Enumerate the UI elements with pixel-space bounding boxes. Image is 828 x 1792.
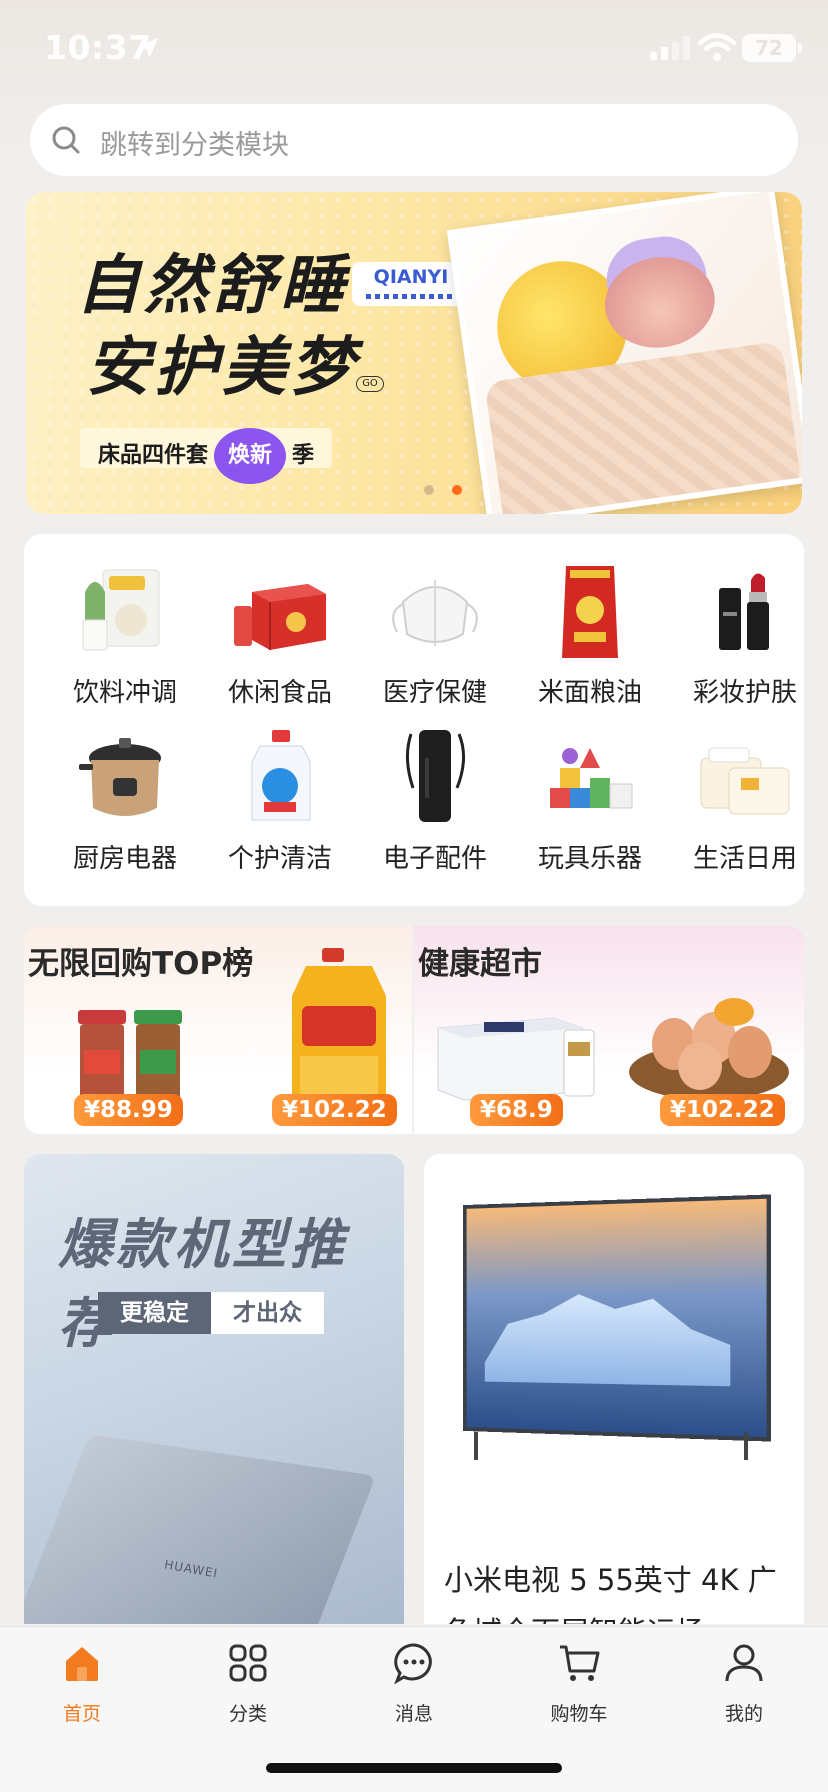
category-item[interactable]: 饮料冲调 [52, 552, 198, 708]
tab-label: 我的 [724, 1703, 763, 1725]
tab-cart[interactable]: 购物车 [519, 1641, 639, 1741]
tab-category[interactable]: 分类 [188, 1641, 308, 1741]
banner-dot-2 [452, 485, 462, 495]
home-icon [66, 1647, 98, 1681]
grid-icon [229, 1644, 267, 1682]
banner-tagline: 床品四件套 焕新季 [80, 428, 333, 484]
building-blocks-icon [550, 748, 633, 809]
tv-image [463, 1194, 771, 1442]
home-indicator[interactable] [266, 1763, 562, 1773]
pressure-cooker-icon [79, 738, 161, 816]
banner-dot-1 [424, 485, 434, 495]
tab-home[interactable]: 首页 [22, 1641, 142, 1741]
tv-screen-iceberg [485, 1283, 731, 1387]
face-mask-icon [392, 580, 478, 646]
banner-tag-right: 季 [292, 443, 315, 468]
category-label: 医疗保健 [382, 678, 487, 708]
price-tag: ¥88.99 [74, 1094, 183, 1126]
tab-label: 首页 [62, 1703, 101, 1725]
laptop-image [24, 1434, 376, 1624]
category-label: 彩妆护肤 [692, 678, 797, 708]
search-placeholder: 跳转到分类模块 [100, 130, 289, 161]
tab-label: 分类 [228, 1703, 267, 1725]
tab-profile[interactable]: 我的 [684, 1641, 804, 1741]
laptop-card-title: 爆款机型推荐 [58, 1213, 348, 1355]
promo-banner[interactable]: 自然舒睡 安护美梦 QIANYI GO 床品四件套 焕新季 [26, 192, 802, 514]
category-label: 厨房电器 [72, 844, 177, 874]
banner-tag-left: 床品四件套 [98, 443, 209, 468]
category-item[interactable]: 厨房电器 [52, 718, 198, 874]
category-label: 玩具乐器 [537, 844, 642, 874]
laptop-tag-dark: 更稳定 [98, 1292, 211, 1334]
promo-title: 无限回购TOP榜 [28, 946, 254, 982]
tab-label: 购物车 [550, 1703, 608, 1725]
search-bar[interactable]: 跳转到分类模块 [30, 104, 798, 176]
message-icon [394, 1643, 432, 1685]
banner-bedding-image [446, 192, 802, 514]
category-item[interactable]: 米面粮油 [517, 552, 663, 708]
cooking-oil-image [292, 948, 386, 1106]
laptop-card-tags: 更稳定 才出众 [98, 1292, 324, 1334]
milk-box-image [437, 1017, 595, 1101]
category-label: 饮料冲调 [72, 678, 177, 708]
tv-stand-left [474, 1432, 478, 1460]
tv-product-title: 小米电视 5 55英寸 4K 广角域全面屏智能远场 [444, 1563, 777, 1624]
category-item[interactable]: 生活日用 [672, 718, 818, 874]
promo-title: 健康超市 [418, 946, 542, 982]
banner-tag-badge: 焕新 [214, 428, 287, 484]
tab-messages[interactable]: 消息 [354, 1641, 474, 1741]
tissue-pack-icon [700, 747, 790, 815]
rice-bag-icon [562, 566, 618, 658]
promo-top-repurchase[interactable]: 无限回购TOP榜 ¥88.99 ¥102.22 [24, 926, 412, 1134]
location-arrow-icon [137, 37, 159, 59]
banner-title-line1: 自然舒睡 [76, 249, 348, 323]
milk-powder-icon [82, 569, 160, 651]
wifi-icon [698, 33, 736, 61]
banner-title-line2: 安护美梦 [86, 331, 358, 405]
banner-page-indicator [424, 480, 480, 499]
status-bar: 10:37 72 [0, 0, 828, 100]
category-label: 生活日用 [692, 844, 797, 874]
category-item[interactable]: 电子配件 [362, 718, 508, 874]
banner-go-badge: GO [356, 376, 384, 392]
lipstick-icon [719, 573, 769, 650]
category-item[interactable]: 个护清洁 [207, 718, 353, 874]
category-item[interactable]: 玩具乐器 [517, 718, 663, 874]
category-label: 个护清洁 [227, 844, 332, 874]
category-label: 米面粮油 [537, 678, 642, 708]
price-tag: ¥102.22 [660, 1094, 785, 1126]
power-bank-icon [406, 730, 465, 822]
category-item[interactable]: 彩妆护肤 [672, 552, 818, 708]
category-label: 电子配件 [382, 844, 487, 874]
user-icon [725, 1644, 763, 1682]
category-item[interactable]: 休闲食品 [207, 552, 353, 708]
tab-label: 消息 [394, 1703, 433, 1725]
category-item[interactable]: 医疗保健 [362, 552, 508, 708]
cellular-signal-icon [650, 36, 690, 60]
price-tag: ¥102.22 [272, 1094, 397, 1126]
snack-gift-box-icon [234, 584, 326, 650]
category-grid: 饮料冲调 休闲食品 医疗保健 米面粮油 彩妆护肤 厨房电器 个护清洁 电子配件 … [24, 534, 804, 906]
category-label: 休闲食品 [227, 678, 332, 708]
battery-icon: 72 [742, 34, 802, 62]
laptop-recommend-card[interactable]: 爆款机型推荐 更稳定 才出众 HUAWEI [24, 1154, 404, 1624]
tv-product-card[interactable]: 小米电视 5 55英寸 4K 广角域全面屏智能远场 [424, 1154, 804, 1624]
detergent-bottle-icon [251, 730, 311, 821]
tv-stand-right [744, 1432, 748, 1460]
promo-health-market[interactable]: 健康超市 ¥68.9 ¥102.22 [414, 926, 804, 1134]
cart-icon [560, 1645, 600, 1681]
search-icon [52, 126, 80, 154]
laptop-tag-light: 才出众 [211, 1292, 324, 1334]
price-tag: ¥68.9 [470, 1094, 563, 1126]
eggs-basket-image [629, 998, 789, 1100]
